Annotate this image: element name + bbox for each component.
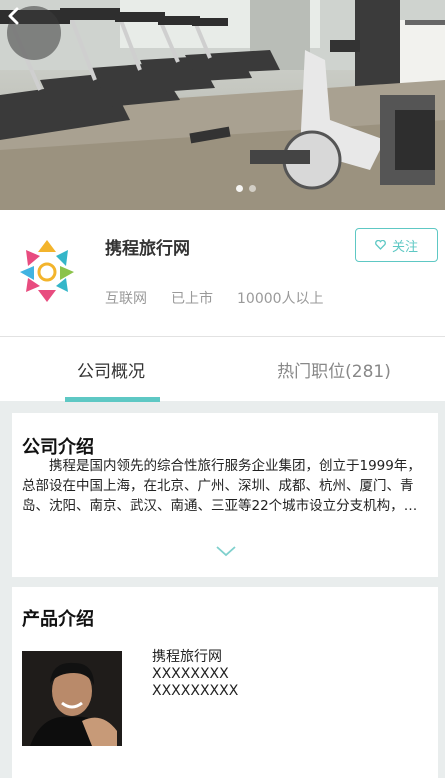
back-button[interactable] [7,6,61,60]
company-status: 已上市 [171,291,213,307]
product-info: 携程旅行网 XXXXXXXX XXXXXXXXX [152,649,238,700]
company-size: 10000人以上 [237,291,324,307]
chevron-down-icon[interactable] [214,543,238,559]
company-logo [20,240,74,302]
carousel-dot[interactable] [236,185,243,192]
product-line-2: XXXXXXXX [152,666,229,682]
active-tab-indicator [65,397,160,402]
follow-label: 关注 [391,239,418,255]
hero-banner [0,0,445,210]
carousel-dot[interactable] [249,185,256,192]
tab-bar: 公司概况 热门职位(281) [0,336,445,402]
company-intro-card: 公司介绍 携程是国内领先的综合性旅行服务企业集团，创立于1999年，总部设在中国… [12,413,438,577]
company-industry: 互联网 [105,291,147,307]
company-name: 携程旅行网 [105,239,190,259]
carousel-indicator [236,185,256,192]
product-title: 产品介绍 [22,609,94,630]
product-intro-card: 产品介绍 携程旅行网 XXXXXXXX XXXXXXXXX [12,587,438,778]
intro-text: 携程是国内领先的综合性旅行服务企业集团，创立于1999年，总部设在中国上海，在北… [22,458,421,514]
product-photo [22,651,122,746]
company-header: 携程旅行网 互联网 已上市 10000人以上 关注 [0,210,445,336]
tab-company-overview[interactable]: 公司概况 [0,337,222,402]
company-meta: 互联网 已上市 10000人以上 [105,288,324,308]
product-line-3: XXXXXXXXX [152,683,239,699]
heart-icon [375,240,386,250]
chevron-left-icon [8,7,19,25]
product-name: 携程旅行网 [152,649,222,665]
product-image[interactable] [22,651,122,746]
tab-hot-jobs[interactable]: 热门职位(281) [223,337,445,402]
gym-photo [0,0,445,210]
follow-button[interactable]: 关注 [355,228,438,262]
